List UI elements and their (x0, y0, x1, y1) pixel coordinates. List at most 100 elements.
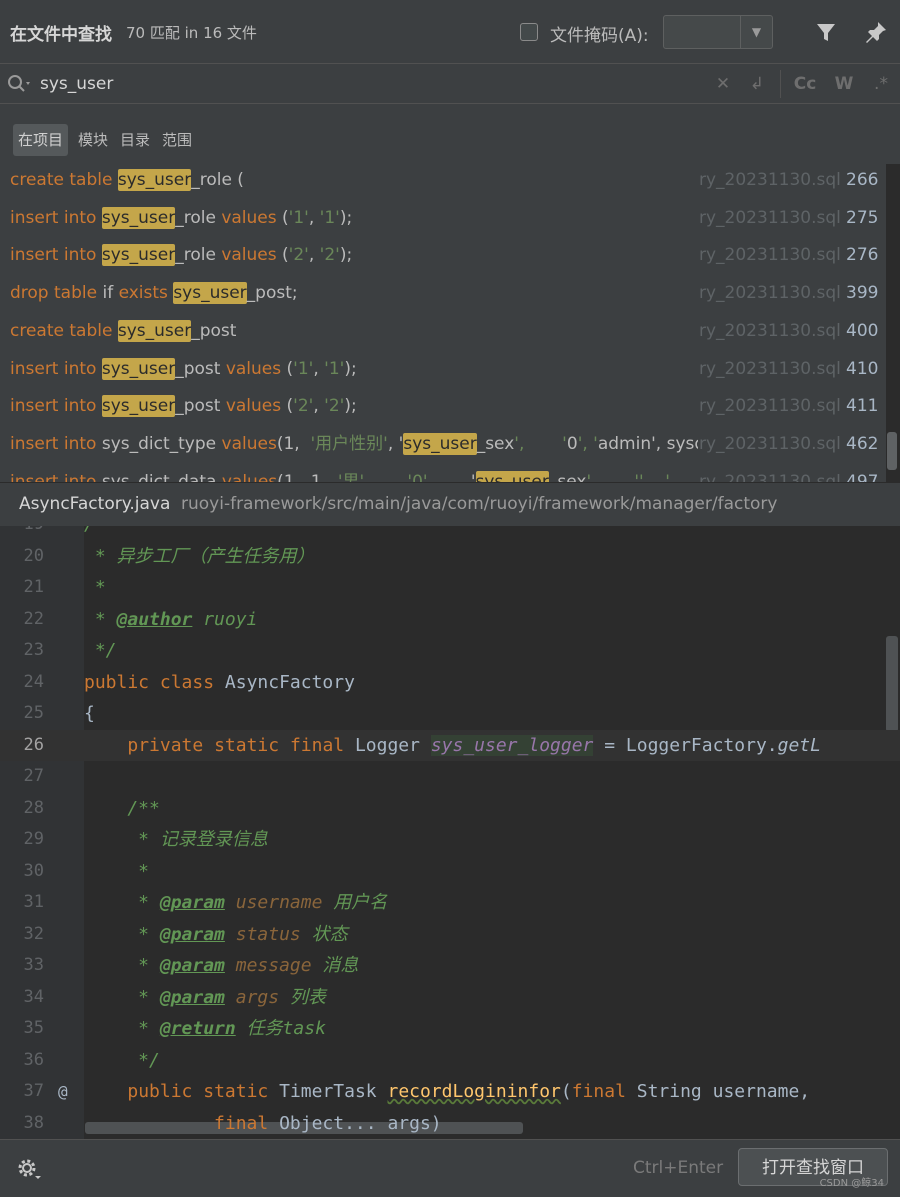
dialog-title: 在文件中查找 (10, 25, 112, 45)
code-line: 23 */ (0, 635, 900, 666)
result-file: ry_20231130.sql (699, 320, 841, 341)
toolbar-divider (780, 70, 781, 98)
code-text: * @param args 列表 (84, 986, 326, 1008)
tab-directory[interactable]: 目录 (115, 124, 155, 156)
line-number: 30 (23, 860, 44, 881)
code-line: 31 * @param username 用户名 (0, 887, 900, 918)
preview-file-path: ruoyi-framework/src/main/java/com/ruoyi/… (181, 494, 778, 514)
result-line-number: 497 (846, 471, 879, 482)
result-text: drop table if exists sys_user_post; (10, 282, 298, 305)
file-mask-checkbox[interactable] (520, 23, 538, 41)
result-file: ry_20231130.sql (699, 471, 841, 482)
result-line-number: 275 (846, 207, 879, 228)
gear-icon[interactable] (14, 1155, 42, 1183)
find-in-files-header: 在文件中查找 70 匹配 in 16 文件 文件掩码(A): ▼ (0, 0, 900, 64)
result-row[interactable]: insert into sys_user_post values ('2', '… (0, 388, 886, 425)
line-number: 35 (23, 1018, 44, 1038)
code-line: 38 final Object... args) (0, 1108, 900, 1139)
regex-icon[interactable]: .* (869, 72, 893, 96)
results-scrollbar[interactable] (887, 432, 897, 470)
result-file: ry_20231130.sql (699, 207, 841, 228)
code-line: 24 public class AsyncFactory (0, 667, 900, 698)
line-number: 29 (23, 829, 44, 849)
code-text: /** (84, 797, 160, 819)
code-text: * 异步工厂（产生任务用） (84, 545, 315, 567)
code-line: 19 /** (0, 526, 900, 540)
code-text: private static final Logger sys_user_log… (127, 734, 821, 756)
code-line: 25 { (0, 698, 900, 729)
result-row[interactable]: drop table if exists sys_user_post; ry_20… (0, 275, 886, 312)
code-text: */ (84, 1049, 160, 1071)
preview-file-name: AsyncFactory.java (19, 494, 171, 514)
code-line: 34 * @param args 列表 (0, 982, 900, 1013)
result-line-number: 410 (846, 358, 879, 379)
search-input[interactable] (40, 70, 680, 98)
scope-tabs: 在项目 模块 目录 范围 (0, 104, 900, 164)
search-bar: ✕ ↲ Cc W .* (0, 64, 900, 104)
result-file: ry_20231130.sql (699, 358, 841, 379)
code-line: 37 @ public static TimerTask recordLogini… (0, 1076, 900, 1107)
filter-icon[interactable] (812, 18, 840, 46)
result-line-number: 399 (846, 283, 879, 304)
code-text: final Object... args) (214, 1112, 442, 1134)
code-text: public static TimerTask recordLogininfor… (127, 1081, 811, 1102)
code-line: 22 * @author ruoyi (0, 604, 900, 635)
result-text: insert into sys_dict_type values(1, '用户性… (10, 432, 698, 455)
line-number: 22 (23, 608, 44, 629)
new-line-icon[interactable]: ↲ (745, 72, 769, 96)
line-number: 20 (23, 545, 44, 566)
tab-scope[interactable]: 范围 (157, 124, 197, 156)
clear-icon[interactable]: ✕ (711, 72, 735, 96)
whole-words-icon[interactable]: W (832, 72, 856, 96)
result-file: ry_20231130.sql (699, 283, 841, 304)
result-text: insert into sys_dict_data values(1, 1, '… (10, 464, 698, 482)
code-line: 33 * @param message 消息 (0, 950, 900, 981)
line-number: 28 (23, 797, 44, 818)
pin-icon[interactable] (862, 18, 890, 46)
tab-in-project[interactable]: 在项目 (13, 124, 69, 156)
result-row[interactable]: insert into sys_user_post values ('1', '… (0, 351, 886, 388)
result-row[interactable]: insert into sys_dict_data values(1, 1, '… (0, 464, 886, 482)
file-mask-dropdown[interactable]: ▼ (663, 15, 773, 49)
result-text: create table sys_user_post (10, 319, 237, 342)
line-number: 27 (23, 766, 44, 786)
code-line: 27 (0, 761, 900, 792)
code-text: * (84, 860, 150, 882)
result-file: ry_20231130.sql (699, 170, 841, 190)
code-line: 30 * (0, 856, 900, 887)
code-text: /** (84, 526, 117, 540)
line-number: 21 (23, 577, 44, 597)
result-row[interactable]: insert into sys_user_role values ('1', '… (0, 200, 886, 237)
result-row[interactable]: create table sys_user_post ry_20231130.sq… (0, 313, 886, 350)
tab-module[interactable]: 模块 (73, 124, 113, 156)
result-row[interactable]: insert into sys_dict_type values(1, '用户性… (0, 426, 886, 463)
result-text: insert into sys_user_role values ('2', '… (10, 244, 353, 267)
line-number: 25 (23, 703, 44, 723)
match-case-icon[interactable]: Cc (793, 72, 817, 96)
result-line-number: 400 (846, 320, 879, 341)
code-line: 29 * 记录登录信息 (0, 824, 900, 855)
preview-header: AsyncFactory.java ruoyi-framework/src/ma… (0, 482, 900, 526)
result-row[interactable]: create table sys_user_role (ry_20231130.… (0, 162, 886, 199)
result-row[interactable]: insert into sys_user_role values ('2', '… (0, 237, 886, 274)
watermark: CSDN @鲸34 (819, 1178, 884, 1189)
file-mask-label: 文件掩码(A): (550, 26, 649, 46)
results-list[interactable]: create table sys_user_role (ry_20231130.… (0, 162, 886, 482)
override-marker-icon[interactable]: @ (58, 1076, 78, 1107)
search-history-icon[interactable] (6, 73, 32, 95)
code-text: * @param message 消息 (84, 955, 359, 976)
code-preview[interactable]: 19/**20 * 异步工厂（产生任务用）21 *22 * @author ru… (0, 526, 900, 1139)
chevron-down-icon[interactable]: ▼ (740, 16, 772, 48)
result-line-number: 411 (846, 396, 879, 417)
line-number: 34 (23, 986, 44, 1007)
line-number: 32 (23, 923, 44, 944)
code-line: 32 * @param status 状态 (0, 919, 900, 950)
code-text: { (84, 703, 95, 724)
result-file: ry_20231130.sql (699, 396, 841, 417)
result-line-number: 276 (846, 245, 879, 266)
line-number: 26 (23, 734, 44, 755)
code-line: 21 * (0, 572, 900, 603)
code-text: * @param username 用户名 (84, 892, 388, 913)
code-text: * @return 任务task (84, 1018, 326, 1039)
line-number: 37 (23, 1081, 44, 1101)
